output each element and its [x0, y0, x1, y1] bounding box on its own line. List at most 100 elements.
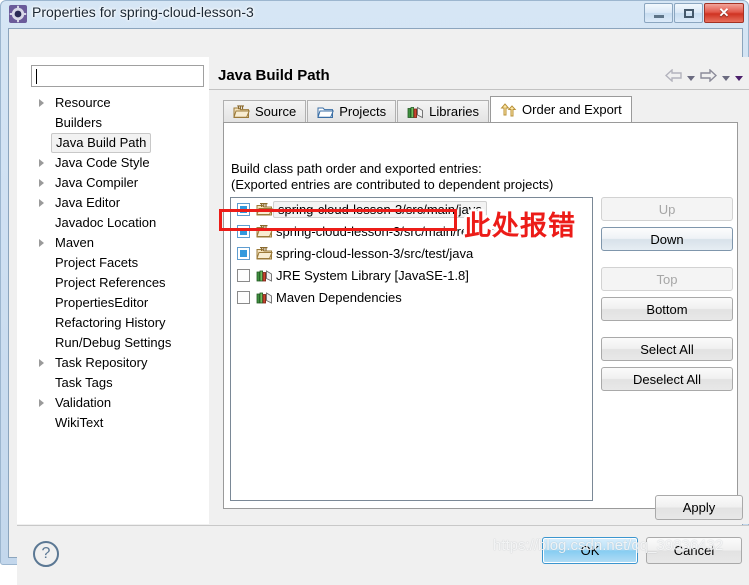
order-buttons-group: Up Down Top Bottom Select All Deselect All: [601, 197, 733, 397]
expand-arrow-icon[interactable]: [39, 159, 44, 167]
dialog-body: Resource Builders Java Build Path Java Code…: [8, 28, 749, 585]
sidebar-item-java-build-path[interactable]: Java Build Path: [17, 133, 209, 153]
bottom-button[interactable]: Bottom: [601, 297, 733, 321]
export-checkbox[interactable]: [237, 224, 250, 238]
title-bar[interactable]: Properties for spring-cloud-lesson-3 ✕: [1, 1, 749, 28]
expand-arrow-icon[interactable]: [39, 239, 44, 247]
sidebar-item-propertieseditor[interactable]: PropertiesEditor: [17, 293, 209, 313]
forward-history-chevron-down-icon[interactable]: [722, 75, 730, 81]
title-separator: [209, 89, 749, 90]
sidebar-item-validation[interactable]: Validation: [17, 393, 209, 413]
sidebar-item-project-references[interactable]: Project References: [17, 273, 209, 293]
properties-dialog-window: Properties for spring-cloud-lesson-3 ✕ R…: [0, 0, 749, 585]
projects-folder-icon: [317, 105, 335, 119]
sidebar-item-label: Javadoc Location: [55, 215, 157, 230]
back-history-chevron-down-icon[interactable]: [687, 75, 695, 81]
sidebar-item-label: Java Compiler: [55, 175, 139, 190]
sidebar-item-label: WikiText: [55, 415, 104, 430]
classpath-entry-label: Maven Dependencies: [276, 289, 402, 305]
sidebar-item-label: Java Build Path: [51, 133, 152, 153]
navigation-controls: [664, 68, 743, 87]
sidebar-item-java-code-style[interactable]: Java Code Style: [17, 153, 209, 173]
select-all-button[interactable]: Select All: [601, 337, 733, 361]
sidebar-item-label: Project References: [55, 275, 166, 290]
settings-tree-pane: Resource Builders Java Build Path Java Code…: [17, 57, 209, 524]
maximize-icon: [675, 4, 702, 22]
sidebar-item-refactoring-history[interactable]: Refactoring History: [17, 313, 209, 333]
text-caret: [36, 69, 37, 84]
tab-label: Libraries: [429, 104, 480, 119]
sidebar-item-label: PropertiesEditor: [55, 295, 149, 310]
down-button[interactable]: Down: [601, 227, 733, 251]
classpath-entry-label: spring-cloud-lesson-3/src/main/java: [273, 200, 488, 218]
sidebar-item-task-tags[interactable]: Task Tags: [17, 373, 209, 393]
close-button[interactable]: ✕: [704, 3, 744, 23]
tab-label: Order and Export: [522, 102, 622, 117]
expand-arrow-icon[interactable]: [39, 199, 44, 207]
sidebar-item-project-facets[interactable]: Project Facets: [17, 253, 209, 273]
maximize-button[interactable]: [674, 3, 703, 23]
settings-tree: Resource Builders Java Build Path Java Code…: [17, 93, 209, 433]
source-folder-icon: [233, 104, 250, 119]
blog-watermark: https://blog.csdn.net/qq_39836432: [493, 537, 724, 554]
classpath-entry-row[interactable]: Maven Dependencies: [231, 286, 592, 308]
sidebar-item-java-editor[interactable]: Java Editor: [17, 193, 209, 213]
filter-input[interactable]: [31, 65, 204, 87]
deselect-all-button[interactable]: Deselect All: [601, 367, 733, 391]
tab-label: Source: [255, 104, 297, 119]
sidebar-item-maven[interactable]: Maven: [17, 233, 209, 253]
expand-arrow-icon[interactable]: [39, 399, 44, 407]
view-menu-chevron-down-icon[interactable]: [735, 75, 743, 81]
content-pane: Java Build Path Source Projects Librarie…: [209, 57, 749, 524]
expand-arrow-icon[interactable]: [39, 99, 44, 107]
sidebar-item-label: Java Code Style: [55, 155, 150, 170]
sidebar-item-label: Resource: [55, 95, 111, 110]
sidebar-item-task-repository[interactable]: Task Repository: [17, 353, 209, 373]
back-arrow-icon[interactable]: [664, 68, 682, 87]
tab-label: Projects: [339, 104, 387, 119]
export-checkbox[interactable]: [237, 290, 250, 304]
sidebar-item-run-debug-settings[interactable]: Run/Debug Settings: [17, 333, 209, 353]
sidebar-item-resource[interactable]: Resource: [17, 93, 209, 113]
classpath-entry-label: spring-cloud-lesson-3/src/test/java: [276, 245, 474, 261]
classpath-entry-row[interactable]: spring-cloud-lesson-3/src/test/java: [231, 242, 592, 264]
expand-arrow-icon[interactable]: [39, 359, 44, 367]
button-group-gap: [601, 257, 733, 267]
export-checkbox[interactable]: [237, 268, 250, 282]
sidebar-item-label: Maven: [55, 235, 95, 250]
sidebar-item-label: Builders: [55, 115, 102, 130]
tab-source[interactable]: Source: [223, 100, 307, 122]
classpath-entry-row[interactable]: JRE System Library [JavaSE-1.8]: [231, 264, 592, 286]
page-title: Java Build Path: [218, 67, 330, 84]
dialog-footer: ?: [17, 525, 749, 585]
tab-order-and-export[interactable]: Order and Export: [490, 96, 632, 122]
sidebar-item-builders[interactable]: Builders: [17, 113, 209, 133]
up-button: Up: [601, 197, 733, 221]
eclipse-properties-icon: [9, 5, 27, 23]
sidebar-item-wikitext[interactable]: WikiText: [17, 413, 209, 433]
library-books-icon: [256, 268, 276, 283]
source-folder-icon: [256, 224, 276, 239]
expand-arrow-icon[interactable]: [39, 179, 44, 187]
classpath-entry-label: JRE System Library [JavaSE-1.8]: [276, 267, 469, 283]
tab-projects[interactable]: Projects: [307, 100, 397, 122]
close-icon: ✕: [718, 5, 730, 20]
error-annotation-text: 此处报错: [464, 211, 576, 241]
library-books-icon: [256, 290, 276, 305]
minimize-button[interactable]: [644, 3, 673, 23]
description-line-2: (Exported entries are contributed to dep…: [231, 177, 554, 192]
order-export-panel: Build class path order and exported entr…: [223, 123, 738, 509]
sidebar-item-javadoc-location[interactable]: Javadoc Location: [17, 213, 209, 233]
tab-libraries[interactable]: Libraries: [397, 100, 490, 122]
sidebar-item-java-compiler[interactable]: Java Compiler: [17, 173, 209, 193]
apply-button[interactable]: Apply: [655, 495, 743, 520]
help-question-icon[interactable]: ?: [33, 541, 59, 567]
sidebar-item-label: Run/Debug Settings: [55, 335, 172, 350]
sidebar-item-label: Refactoring History: [55, 315, 166, 330]
export-checkbox[interactable]: [237, 202, 250, 216]
sidebar-item-label: Java Editor: [55, 195, 121, 210]
sidebar-item-label: Task Tags: [55, 375, 113, 390]
export-checkbox[interactable]: [237, 246, 250, 260]
forward-arrow-icon[interactable]: [700, 68, 718, 87]
window-title: Properties for spring-cloud-lesson-3: [32, 4, 254, 20]
